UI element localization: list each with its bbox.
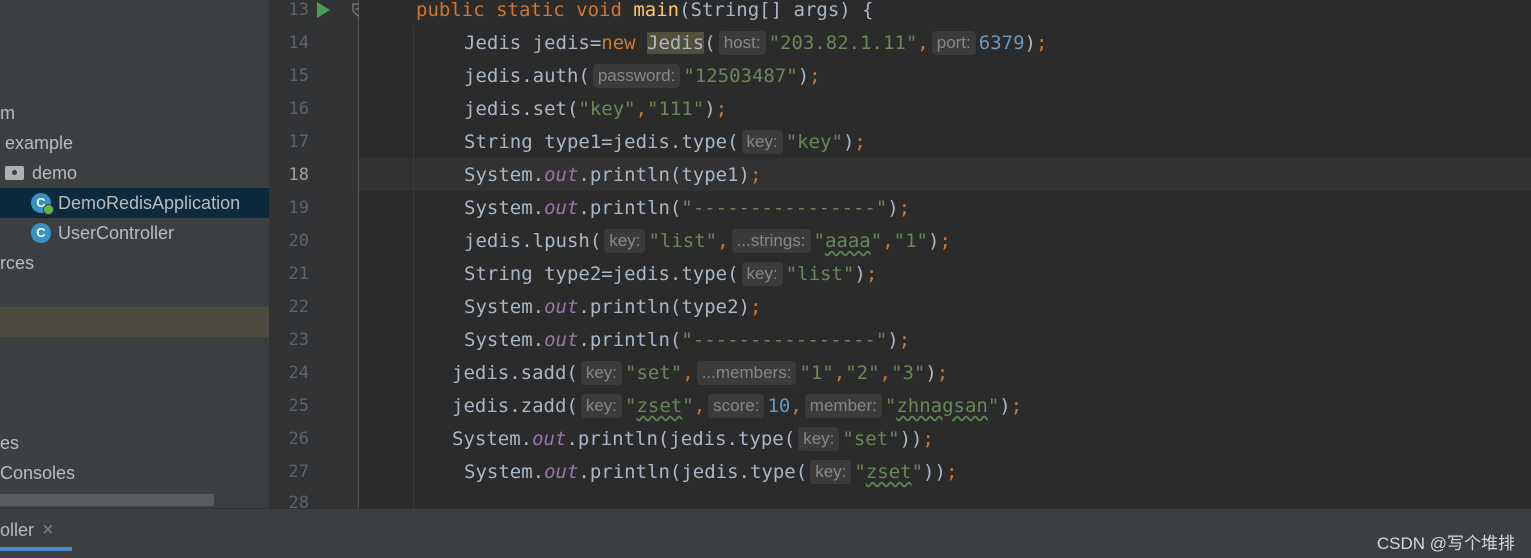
tree-item-consoles[interactable]: Consoles	[0, 458, 269, 488]
line-number: 19	[288, 198, 309, 218]
param-hint: key:	[580, 361, 623, 385]
code-line-27[interactable]: System.out.println(jedis.type(key: "zset"…	[464, 456, 957, 489]
param-hint: key:	[741, 262, 783, 286]
tree-item-label: es	[0, 433, 20, 453]
code-line-25[interactable]: jedis.zadd(key: "zset", score: 10, member: "z…	[452, 390, 1022, 423]
line-number: 25	[288, 396, 309, 416]
tree-item-resources[interactable]: rces	[0, 248, 269, 278]
tree-item-highlighted[interactable]	[0, 307, 269, 337]
tree-item-label: DemoRedisApplication	[58, 193, 241, 213]
param-hint: key:	[580, 394, 623, 418]
param-hint: password:	[592, 64, 681, 88]
watermark: CSDN @写个堆排	[1376, 534, 1515, 553]
code-line-22[interactable]: System.out.println(type2);	[464, 291, 761, 324]
code-line-21[interactable]: String type2=jedis.type(key: "list");	[464, 258, 877, 291]
line-number: 15	[288, 66, 309, 86]
code-line-13[interactable]: public static void main(String[] args) {	[416, 0, 874, 27]
param-hint: key:	[810, 460, 852, 484]
code-line-19[interactable]: System.out.println("----------------");	[464, 192, 910, 225]
line-number: 20	[288, 231, 309, 251]
tab-user-controller[interactable]: oller ×	[0, 509, 72, 554]
class-icon: C	[31, 223, 51, 243]
tree-item-demo[interactable]: demo	[0, 158, 269, 188]
code-line-26[interactable]: System.out.println(jedis.type(key: "set")…	[452, 423, 934, 456]
line-number: 23	[288, 330, 309, 350]
spring-boot-class-icon: C	[31, 193, 54, 215]
param-hint: port:	[931, 31, 976, 55]
tree-item-label: m	[0, 103, 15, 123]
code-line-20[interactable]: jedis.lpush(key: "list", ...strings: "aaaa"…	[464, 225, 951, 258]
line-number: 27	[288, 462, 309, 482]
param-hint: ...members:	[696, 361, 797, 385]
folder-icon	[5, 166, 24, 180]
tab-label: oller	[0, 520, 35, 540]
active-tab-indicator	[0, 547, 72, 551]
line-number-current: 18	[288, 165, 309, 185]
param-hint: key:	[798, 427, 840, 451]
line-number: 16	[288, 99, 309, 119]
indent-guide	[413, 26, 414, 508]
line-number: 26	[288, 429, 309, 449]
code-line-24[interactable]: jedis.sadd(key: "set", ...members: "1","2",…	[452, 357, 948, 390]
tree-item-label: example	[5, 133, 74, 153]
param-hint: key:	[604, 229, 646, 253]
tree-item-label: rces	[0, 253, 35, 273]
tree-item-label: Consoles	[0, 463, 76, 483]
code-line-17[interactable]: String type1=jedis.type(key: "key");	[464, 126, 866, 159]
tree-item-user-controller[interactable]: C UserController	[0, 218, 269, 248]
tree-item-example[interactable]: example	[0, 128, 269, 158]
code-line-18[interactable]: System.out.println(type1);	[464, 159, 761, 192]
editor-tab-bar: oller × CSDN @写个堆排	[0, 508, 1531, 558]
param-hint: ...strings:	[731, 229, 811, 253]
code-line-14[interactable]: Jedis jedis=new Jedis(host: "203.82.1.11"…	[464, 27, 1047, 60]
code-line-15[interactable]: jedis.auth(password: "12503487");	[464, 60, 821, 93]
line-number: 22	[288, 297, 309, 317]
tree-item-label: UserController	[58, 223, 175, 243]
line-number: 14	[288, 33, 309, 53]
line-number: 17	[288, 132, 309, 152]
horizontal-scrollbar[interactable]	[0, 494, 214, 506]
code-line-23[interactable]: System.out.println("----------------");	[464, 324, 910, 357]
project-panel: m example demo C DemoRedisApplication C …	[0, 0, 269, 508]
run-icon[interactable]	[317, 2, 330, 18]
param-hint: key:	[741, 130, 783, 154]
line-number: 13	[288, 0, 309, 20]
tree-item-label: demo	[32, 163, 78, 183]
line-number: 24	[288, 363, 309, 383]
param-hint: host:	[718, 31, 766, 55]
tree-item-m[interactable]: m	[0, 98, 269, 128]
close-icon[interactable]: ×	[42, 519, 54, 542]
tree-item-libraries[interactable]: es	[0, 428, 269, 458]
code-line-16[interactable]: jedis.set("key","111");	[464, 93, 727, 126]
param-hint: score:	[708, 394, 765, 418]
line-number: 21	[288, 264, 309, 284]
tree-item-demo-redis-application[interactable]: C DemoRedisApplication	[0, 188, 269, 218]
param-hint: member:	[804, 394, 882, 418]
